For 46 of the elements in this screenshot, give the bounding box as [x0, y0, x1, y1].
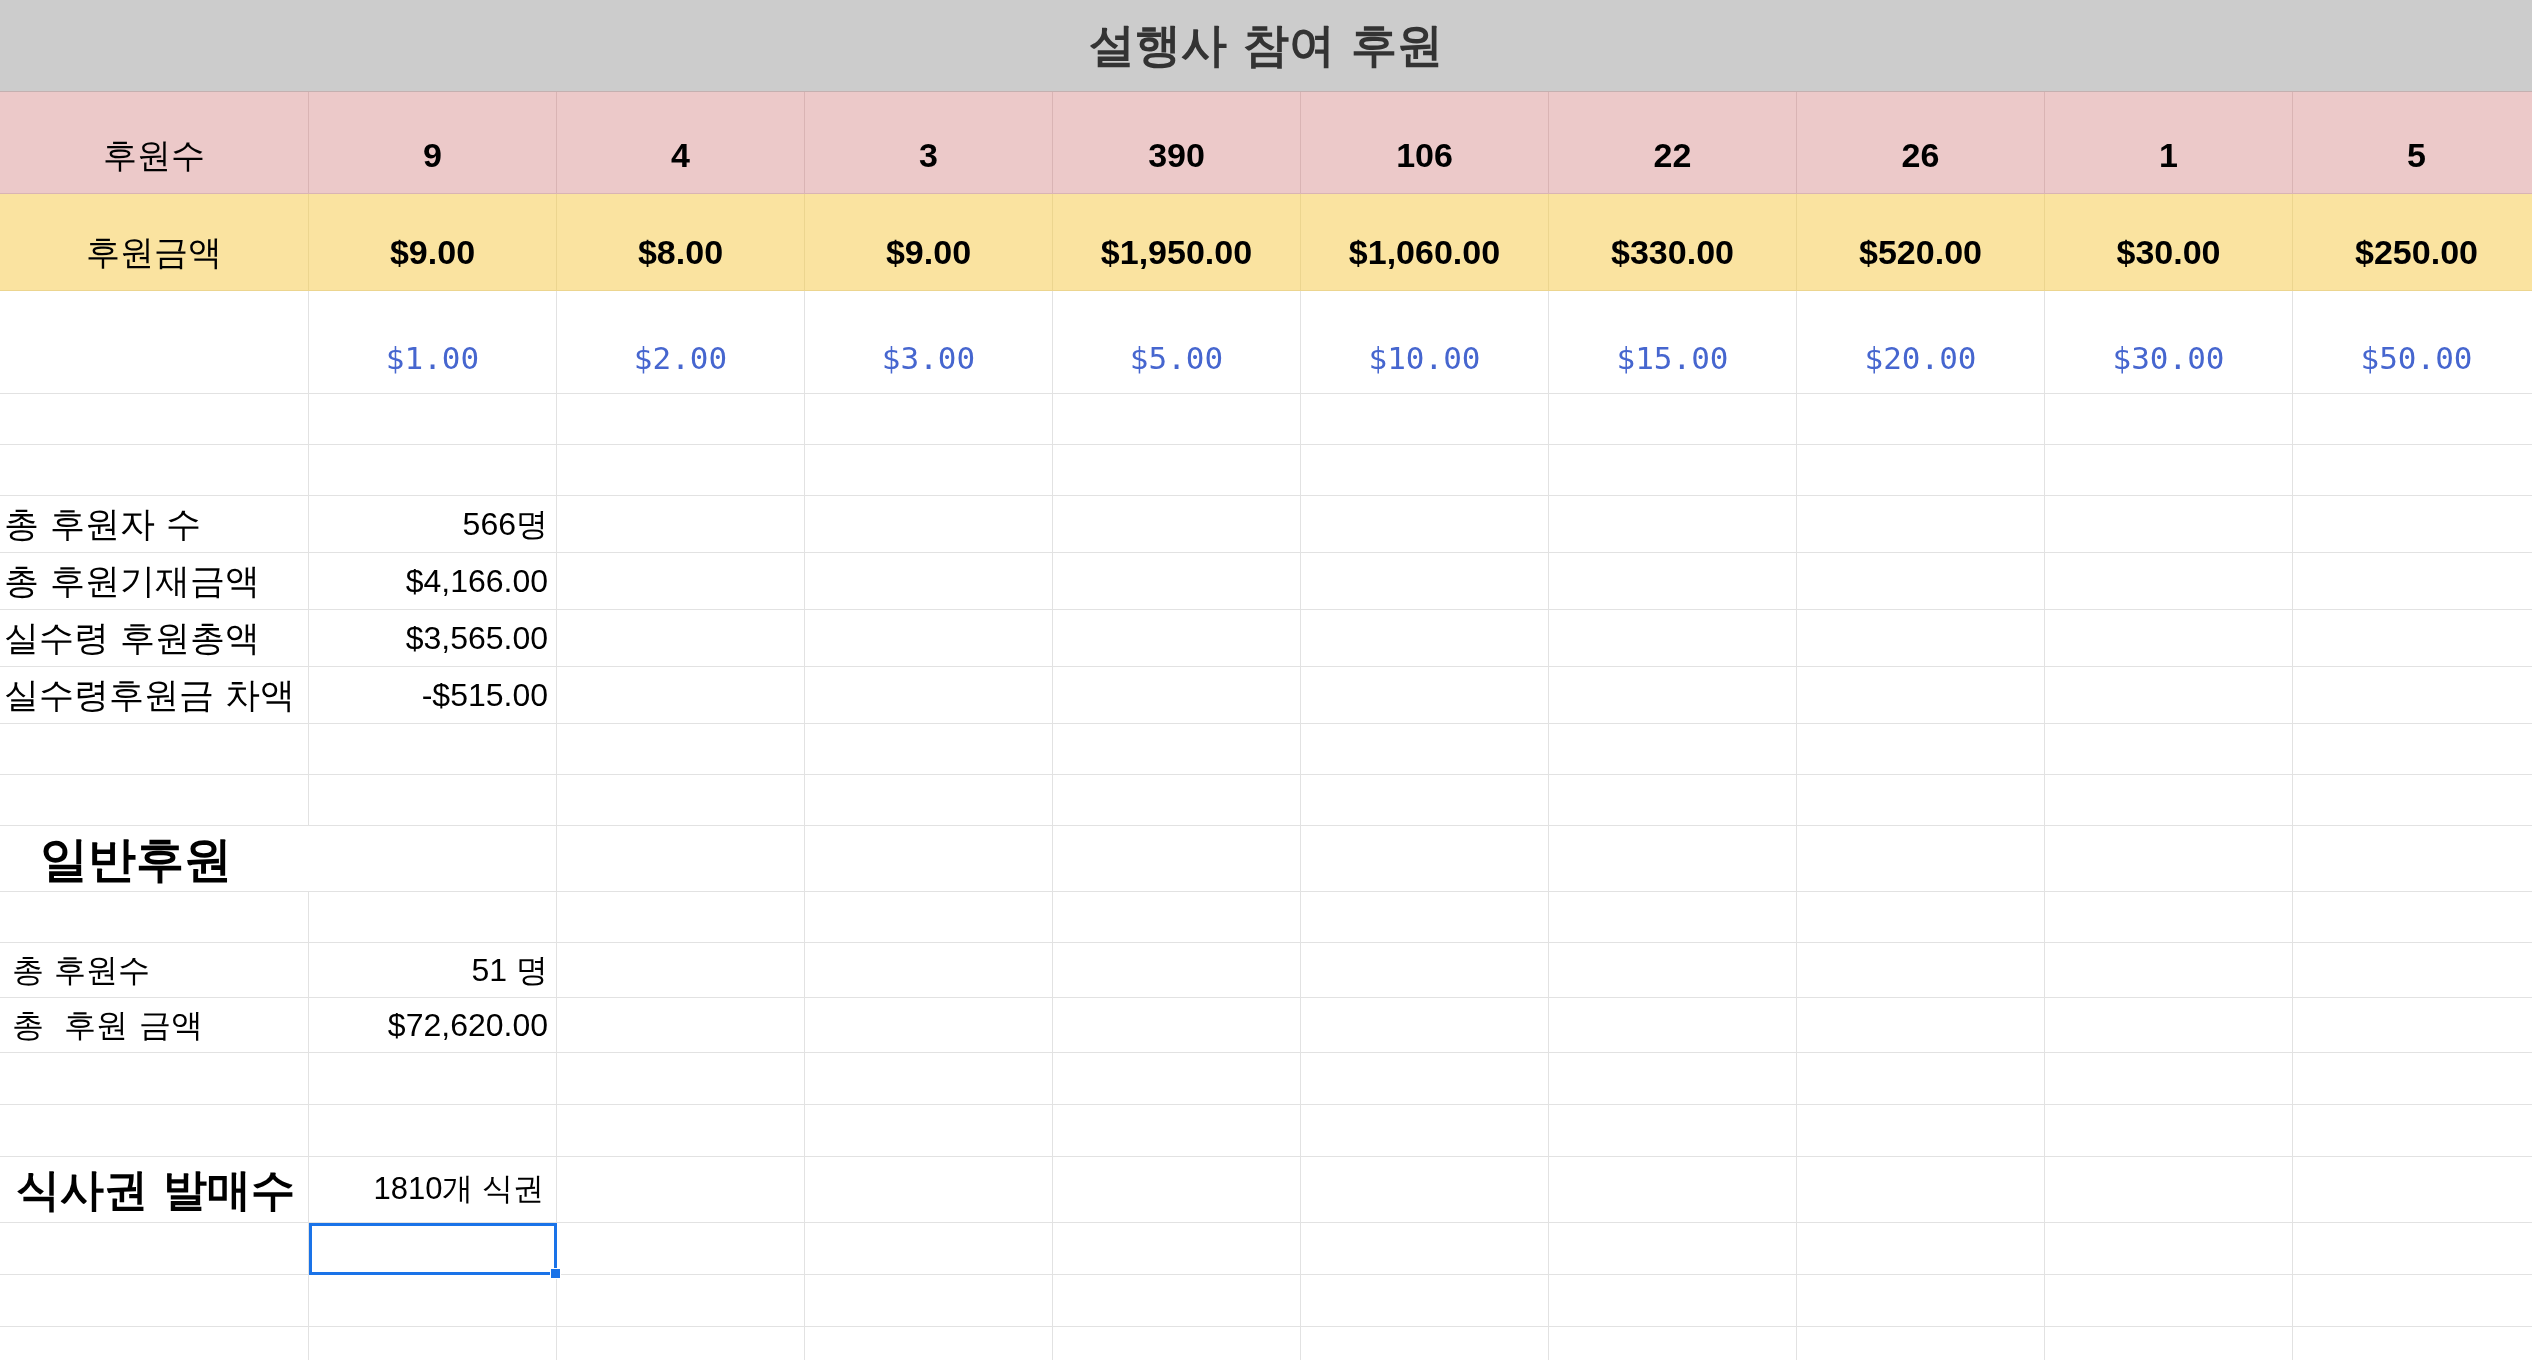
table-cell-text: $4,166.00 — [405, 562, 548, 601]
table-cell-text: $3.00 — [881, 338, 976, 378]
table-cell-text: $20.00 — [1864, 338, 1977, 378]
table-cell-text: 1 — [2159, 135, 2178, 176]
table-cell-text: 총 후원수 — [11, 950, 151, 991]
table-cell-text: $3,565.00 — [405, 619, 548, 658]
table-cell-text: 9 — [423, 135, 442, 176]
sheet-title: 설행사 참여 후원 — [1089, 17, 1443, 74]
table-cell-text: 106 — [1396, 135, 1453, 176]
table-cell-text: $72,620.00 — [387, 1006, 548, 1045]
table-cell-text: 26 — [1901, 135, 1940, 176]
table-cell-text: $250.00 — [2355, 232, 2478, 273]
table-cell-text: 실수령 후원총액 — [3, 616, 261, 660]
table-cell-text: -$515.00 — [421, 676, 548, 715]
table-cell-text: $30.00 — [2116, 232, 2221, 273]
table-cell-text: $1,060.00 — [1348, 232, 1501, 273]
table-cell-text: 실수령후원금 차액 — [3, 673, 296, 717]
table-cell-text: 566명 — [462, 505, 548, 544]
table-cell-text: $1,950.00 — [1100, 232, 1253, 273]
section-heading: 일반후원 — [40, 829, 232, 889]
table-cell-text: 후원금액 — [86, 231, 222, 274]
table-cell-text: $8.00 — [637, 232, 724, 273]
table-cell-text: 총 후원 금액 — [11, 1005, 203, 1046]
table-cell-text: 1810개 식권 — [373, 1170, 545, 1209]
table-cell-text: $50.00 — [2360, 338, 2473, 378]
table-cell-text: 5 — [2407, 135, 2426, 176]
table-cell-text: $9.00 — [885, 232, 972, 273]
table-cell-text: $9.00 — [389, 232, 476, 273]
table-cell-text: $15.00 — [1616, 338, 1729, 378]
table-cell-text: 51 명 — [471, 951, 548, 990]
table-cell-text: 후원수 — [103, 134, 205, 177]
table-cell-text: $5.00 — [1129, 338, 1224, 378]
table-cell-text: 식사권 발매수 — [15, 1162, 296, 1217]
table-cell-text: $30.00 — [2112, 338, 2225, 378]
table-cell-text: 3 — [919, 135, 938, 176]
table-cell-text: $1.00 — [385, 338, 480, 378]
table-cell-text: $330.00 — [1611, 232, 1734, 273]
table-cell-text: $10.00 — [1368, 338, 1481, 378]
table-cell-text: $520.00 — [1859, 232, 1982, 273]
table-cell-text: 총 후원기재금액 — [3, 559, 261, 603]
table-cell-text: 22 — [1653, 135, 1692, 176]
fill-handle[interactable] — [550, 1268, 561, 1279]
table-cell-text: 390 — [1148, 135, 1205, 176]
table-cell-text: 총 후원자 수 — [3, 502, 202, 546]
table-cell-text: 4 — [671, 135, 690, 176]
table-cell-text: $2.00 — [633, 338, 728, 378]
